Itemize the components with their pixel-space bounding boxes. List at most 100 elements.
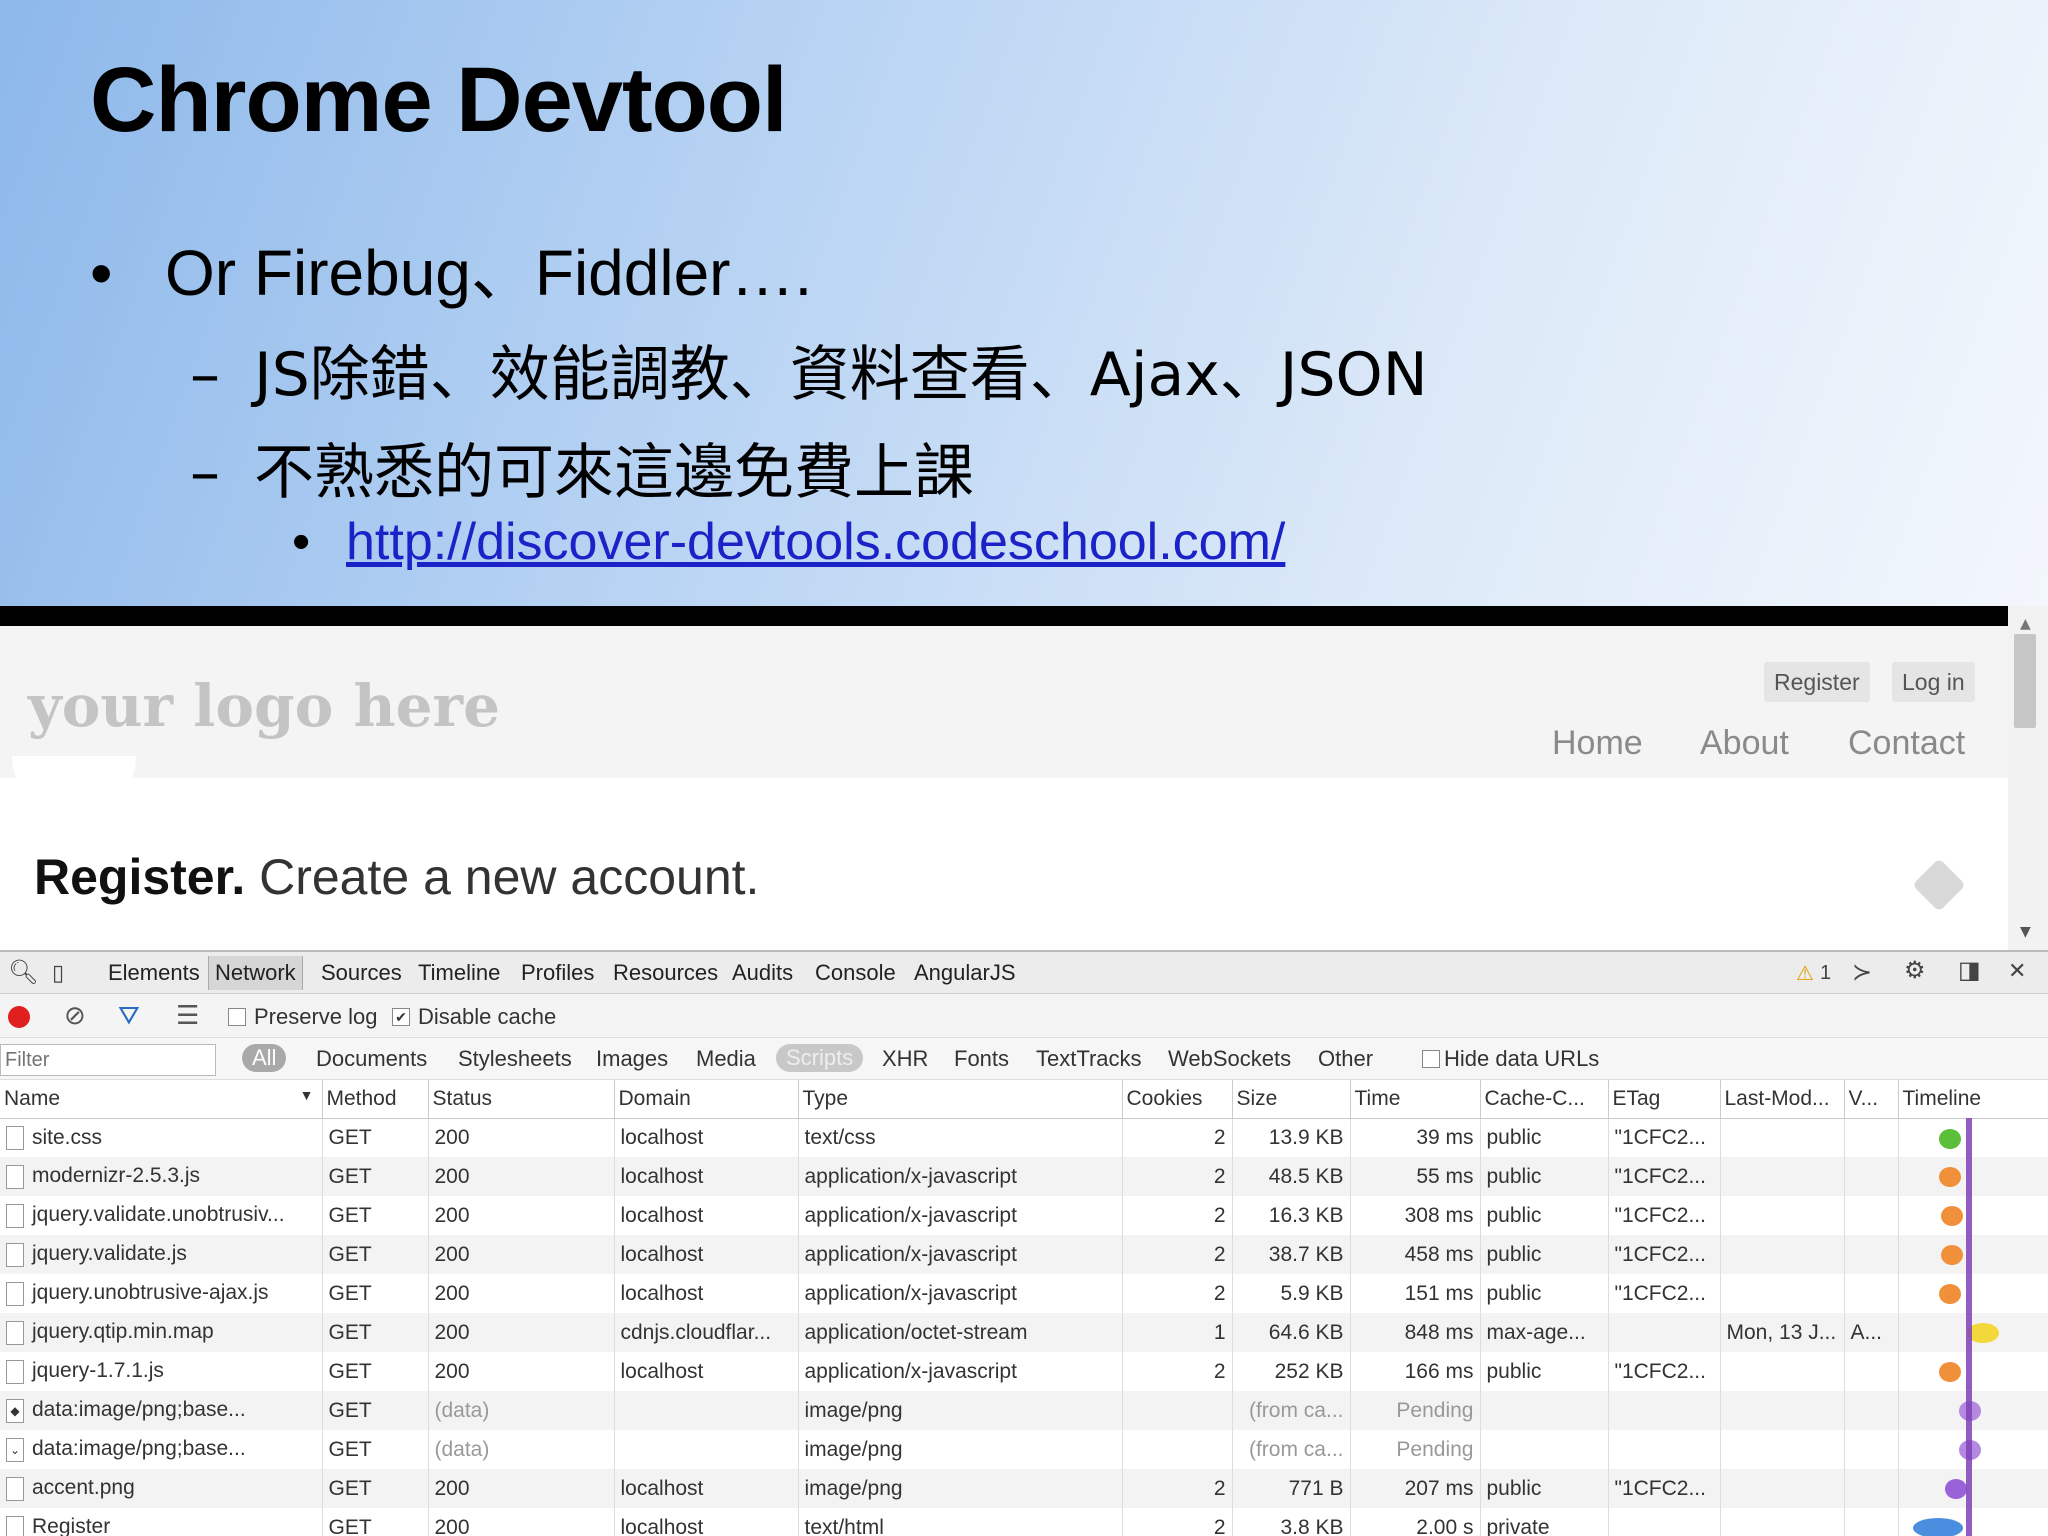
- filter-other[interactable]: Other: [1318, 1046, 1373, 1072]
- filter-texttracks[interactable]: TextTracks: [1036, 1046, 1142, 1072]
- tab-resources[interactable]: Resources: [613, 960, 718, 986]
- col-name[interactable]: Name ▼: [0, 1080, 323, 1119]
- col-domain[interactable]: Domain: [614, 1080, 799, 1119]
- nav-contact[interactable]: Contact: [1848, 724, 1965, 763]
- filter-documents[interactable]: Documents: [316, 1046, 427, 1072]
- scroll-down-icon[interactable]: ▼: [2020, 924, 2031, 940]
- close-icon[interactable]: ✕: [2008, 958, 2026, 984]
- tab-console[interactable]: Console: [815, 960, 896, 986]
- cell-status: 200: [428, 1469, 615, 1508]
- warning-count[interactable]: 1: [1820, 962, 1831, 985]
- cell-size: (from ca...: [1232, 1391, 1351, 1430]
- preserve-log-checkbox[interactable]: [228, 1008, 246, 1026]
- devtools-panel: 🔍︎ ▯ Elements Network Sources Timeline P…: [0, 950, 2048, 1536]
- table-row[interactable]: jquery.qtip.min.map GET 200 cdnjs.cloudflar…: [0, 1313, 2048, 1352]
- tab-profiles[interactable]: Profiles: [521, 960, 594, 986]
- col-etag[interactable]: ETag: [1608, 1080, 1721, 1119]
- cell-vary: [1844, 1430, 1899, 1469]
- page-scrollbar[interactable]: ▲ ▼: [2008, 606, 2048, 950]
- nav-about[interactable]: About: [1700, 724, 1789, 763]
- scroll-up-icon[interactable]: ▲: [2020, 616, 2031, 632]
- file-icon: [6, 1320, 24, 1345]
- filter-input[interactable]: [0, 1044, 216, 1076]
- cell-status: 200: [428, 1274, 615, 1313]
- table-row[interactable]: ◆ data:image/png;base... GET (data) image/pn…: [0, 1391, 2048, 1430]
- col-status[interactable]: Status: [428, 1080, 615, 1119]
- cell-cache-control: public: [1480, 1157, 1609, 1196]
- tab-elements[interactable]: Elements: [108, 960, 200, 986]
- file-name: jquery.validate.js: [32, 1242, 187, 1266]
- cell-last-modified: [1720, 1391, 1845, 1430]
- scrollbar-thumb[interactable]: [2014, 634, 2036, 728]
- filter-xhr[interactable]: XHR: [882, 1046, 928, 1072]
- sort-desc-icon[interactable]: ▼: [300, 1087, 314, 1103]
- tab-timeline[interactable]: Timeline: [418, 960, 500, 986]
- bullet-text: JS除錯、效能調教、資料查看、Ajax、JSON: [254, 340, 1428, 410]
- bullet-free-class: – 不熟悉的可來這邊免費上課: [190, 424, 974, 511]
- tab-sources[interactable]: Sources: [321, 960, 402, 986]
- cell-vary: [1844, 1391, 1899, 1430]
- table-row[interactable]: jquery-1.7.1.js GET 200 localhost applicatio…: [0, 1352, 2048, 1391]
- nav-home[interactable]: Home: [1552, 724, 1643, 763]
- site-logo[interactable]: your logo here: [28, 672, 500, 740]
- record-icon[interactable]: [8, 1006, 30, 1028]
- tab-audits[interactable]: Audits: [732, 960, 793, 986]
- cell-method: GET: [322, 1196, 429, 1235]
- heading-subtitle: Create a new account.: [245, 849, 760, 905]
- hide-data-urls-checkbox[interactable]: [1422, 1050, 1440, 1068]
- list-view-icon[interactable]: ☰: [176, 1000, 199, 1031]
- col-vary[interactable]: V...: [1844, 1080, 1899, 1119]
- table-row[interactable]: ⌄ data:image/png;base... GET (data) image/pn…: [0, 1430, 2048, 1469]
- col-time[interactable]: Time: [1350, 1080, 1481, 1119]
- tab-angularjs[interactable]: AngularJS: [914, 960, 1016, 986]
- table-row[interactable]: Register GET 200 localhost text/html 2 3.8 KB 2…: [0, 1508, 2048, 1536]
- cell-name: jquery.validate.js: [0, 1235, 323, 1274]
- filter-images[interactable]: Images: [596, 1046, 668, 1072]
- bullet-js-debug: – JS除錯、效能調教、資料查看、Ajax、JSON: [190, 326, 1428, 413]
- cell-last-modified: [1720, 1118, 1845, 1157]
- table-row[interactable]: jquery.validate.js GET 200 localhost applica…: [0, 1235, 2048, 1274]
- filter-all[interactable]: All: [242, 1044, 287, 1072]
- filter-media[interactable]: Media: [696, 1046, 756, 1072]
- clear-icon[interactable]: ⊘: [64, 1000, 86, 1031]
- cell-time: 848 ms: [1350, 1313, 1481, 1352]
- col-method[interactable]: Method: [322, 1080, 429, 1119]
- search-icon[interactable]: 🔍︎: [8, 958, 38, 987]
- cell-type: application/x-javascript: [798, 1235, 1123, 1274]
- table-row[interactable]: jquery.validate.unobtrusiv... GET 200 local…: [0, 1196, 2048, 1235]
- timeline-bar: [1938, 1284, 1961, 1304]
- cell-etag: "1CFC2...: [1608, 1157, 1721, 1196]
- console-drawer-icon[interactable]: ≻: [1852, 958, 1872, 987]
- col-cookies[interactable]: Cookies: [1122, 1080, 1233, 1119]
- tab-network[interactable]: Network: [208, 956, 303, 990]
- gear-icon[interactable]: ⚙: [1904, 956, 1926, 985]
- file-icon: ⌄: [6, 1437, 24, 1462]
- filter-fonts[interactable]: Fonts: [954, 1046, 1009, 1072]
- cell-cookies: 2: [1122, 1469, 1233, 1508]
- codeschool-link[interactable]: http://discover-devtools.codeschool.com/: [346, 513, 1285, 571]
- cell-etag: "1CFC2...: [1608, 1235, 1721, 1274]
- table-row[interactable]: modernizr-2.5.3.js GET 200 localhost applica…: [0, 1157, 2048, 1196]
- col-cache-control[interactable]: Cache-C...: [1480, 1080, 1609, 1119]
- col-size[interactable]: Size: [1232, 1080, 1351, 1119]
- login-button[interactable]: Log in: [1892, 662, 1975, 702]
- col-type[interactable]: Type: [798, 1080, 1123, 1119]
- dock-icon[interactable]: ◨: [1958, 956, 1981, 985]
- device-mode-icon[interactable]: ▯: [52, 960, 64, 986]
- warning-icon[interactable]: ⚠: [1796, 961, 1814, 986]
- filter-websockets[interactable]: WebSockets: [1168, 1046, 1291, 1072]
- filter-stylesheets[interactable]: Stylesheets: [458, 1046, 572, 1072]
- col-timeline[interactable]: Timeline: [1898, 1080, 2048, 1119]
- cell-timeline: [1898, 1118, 2048, 1157]
- filter-scripts[interactable]: Scripts: [776, 1044, 864, 1072]
- table-row[interactable]: accent.png GET 200 localhost image/png 2 771 B…: [0, 1469, 2048, 1508]
- disable-cache-checkbox[interactable]: ✔: [392, 1008, 410, 1026]
- cell-type: application/octet-stream: [798, 1313, 1123, 1352]
- cell-cache-control: public: [1480, 1235, 1609, 1274]
- register-button[interactable]: Register: [1764, 662, 1870, 702]
- cell-type: image/png: [798, 1391, 1123, 1430]
- col-last-modified[interactable]: Last-Mod...: [1720, 1080, 1845, 1119]
- table-row[interactable]: site.css GET 200 localhost text/css 2 13.9 KB 3…: [0, 1118, 2048, 1157]
- filter-icon[interactable]: ⛛: [118, 1000, 140, 1032]
- table-row[interactable]: jquery.unobtrusive-ajax.js GET 200 localhos…: [0, 1274, 2048, 1313]
